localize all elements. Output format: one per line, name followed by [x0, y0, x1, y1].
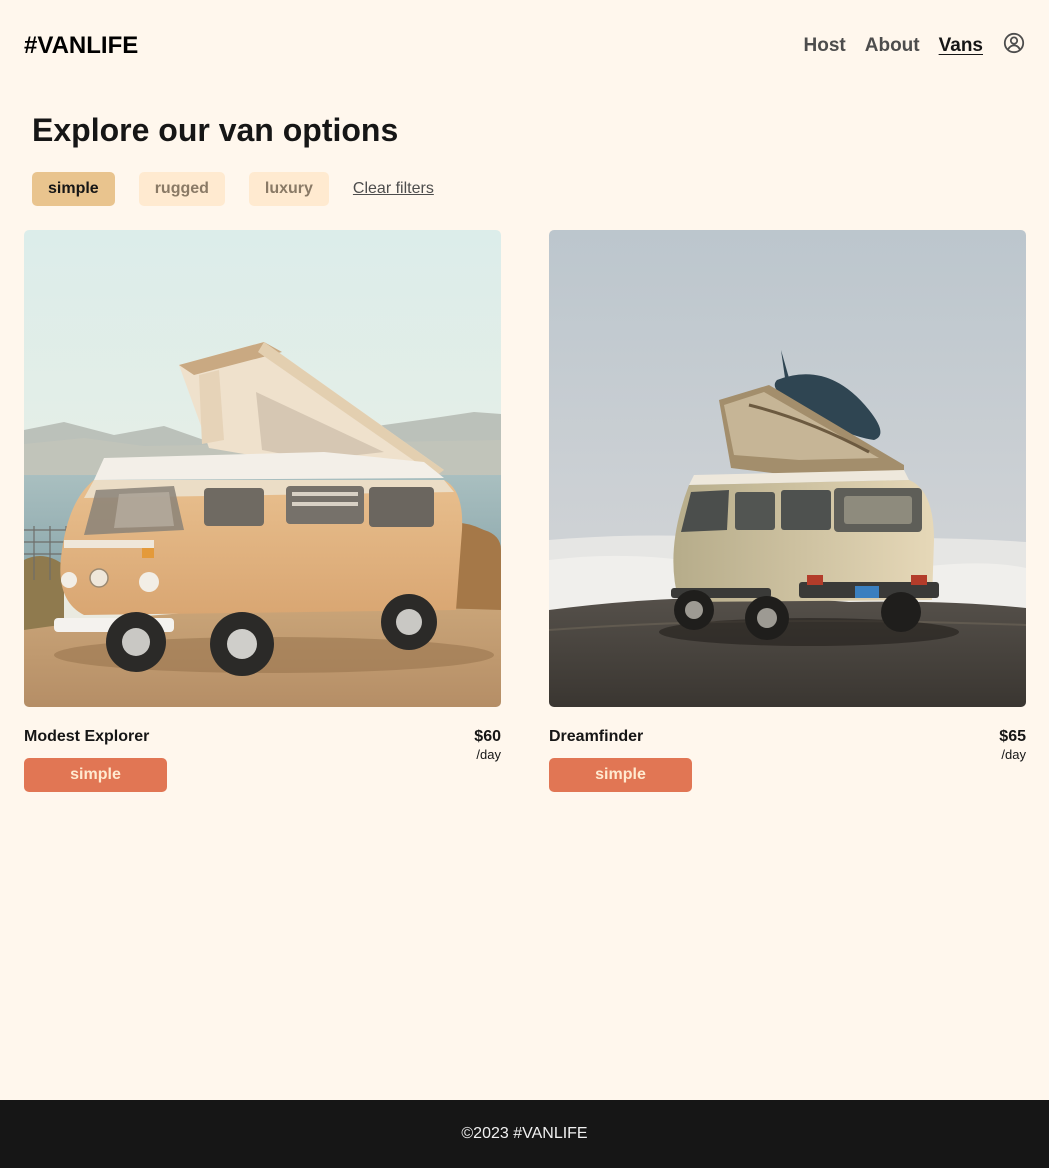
filter-luxury-button[interactable]: luxury [248, 172, 329, 206]
van-card-dreamfinder[interactable]: Dreamfinder $65 /day simple [549, 230, 1026, 792]
van-price: $60 [474, 728, 501, 745]
van-price-unit: /day [476, 747, 501, 762]
van-price-block: $60 /day [474, 727, 501, 762]
footer-copyright: ©2023 #VANLIFE [461, 1125, 588, 1142]
nav-link-vans[interactable]: Vans [939, 35, 983, 57]
van-price-block: $65 /day [999, 727, 1026, 762]
nav-link-host[interactable]: Host [804, 35, 846, 57]
van-name[interactable]: Modest Explorer [24, 728, 149, 746]
clear-filters-link[interactable]: Clear filters [353, 180, 434, 198]
filter-rugged-button[interactable]: rugged [138, 172, 225, 206]
type-filters: simple rugged luxury Clear filters [32, 172, 434, 206]
van-price: $65 [999, 728, 1026, 745]
van-photo-dreamfinder[interactable] [549, 230, 1026, 707]
van-type-badge: simple [24, 758, 167, 792]
user-circle-icon[interactable] [1003, 32, 1025, 54]
page: #VANLIFE Host About Vans Explore our van… [0, 0, 1049, 1168]
van-card-modest-explorer[interactable]: Modest Explorer $60 /day simple [24, 230, 501, 792]
site-logo[interactable]: #VANLIFE [24, 32, 138, 60]
van-name[interactable]: Dreamfinder [549, 728, 643, 746]
van-type-badge: simple [549, 758, 692, 792]
nav-link-about[interactable]: About [865, 35, 920, 57]
van-photo-modest-explorer[interactable] [24, 230, 501, 707]
site-footer: ©2023 #VANLIFE [0, 1100, 1049, 1168]
van-info: Dreamfinder $65 /day [549, 727, 1026, 762]
page-title: Explore our van options [32, 112, 399, 148]
main-nav: Host About Vans [785, 32, 1025, 57]
van-price-unit: /day [1001, 747, 1026, 762]
van-info: Modest Explorer $60 /day [24, 727, 501, 762]
filter-simple-button[interactable]: simple [32, 172, 115, 206]
site-header: #VANLIFE Host About Vans [0, 0, 1049, 92]
